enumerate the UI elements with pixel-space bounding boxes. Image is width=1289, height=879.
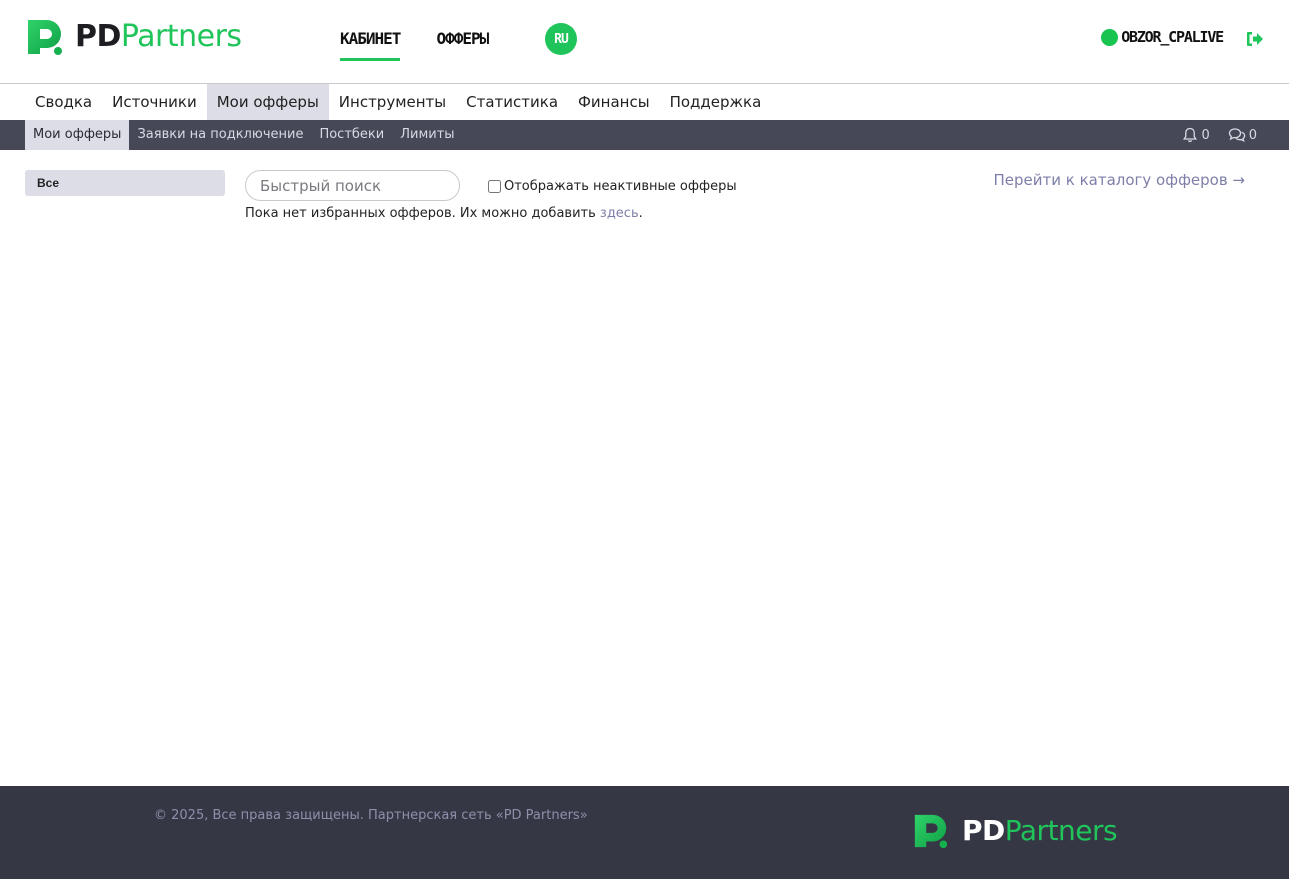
footer-brand-pd: PD: [962, 814, 1005, 847]
sidebar-item-all[interactable]: Все: [25, 170, 225, 196]
search-input[interactable]: [245, 170, 460, 201]
inactive-offers-label: Отображать неактивные офферы: [504, 179, 737, 194]
header: PDPartners КАБИНЕТ ОФФЕРЫ RU OBZOR_CPALI…: [0, 0, 1289, 84]
main-nav: Сводка Источники Мои офферы Инструменты …: [25, 84, 771, 120]
sub-nav-items: Мои офферы Заявки на подключение Постбек…: [25, 120, 463, 150]
main-nav-finance[interactable]: Финансы: [568, 84, 660, 120]
main-nav-statistics[interactable]: Статистика: [456, 84, 568, 120]
bell-icon: [1183, 127, 1198, 143]
user-name: OBZOR_CPALIVE: [1121, 28, 1224, 46]
footer: © 2025, Все права защищены. Партнерская …: [0, 786, 1289, 879]
main-nav-my-offers[interactable]: Мои офферы: [206, 84, 329, 120]
empty-state: Пока нет избранных офферов. Их можно доб…: [245, 206, 643, 221]
empty-state-tail: .: [638, 206, 643, 221]
notifications-count: 0: [1201, 127, 1210, 143]
sub-nav-requests[interactable]: Заявки на подключение: [129, 120, 311, 150]
pd-logo-mark-icon: [914, 814, 948, 849]
main-nav-tools[interactable]: Инструменты: [329, 84, 456, 120]
pd-logo-mark-icon: [28, 20, 62, 55]
top-nav-offers[interactable]: ОФФЕРЫ: [436, 26, 489, 61]
sub-nav-limits[interactable]: Лимиты: [392, 120, 462, 150]
brand-name: PDPartners: [75, 17, 242, 57]
messages-count: 0: [1248, 127, 1257, 143]
inactive-offers-checkbox[interactable]: [488, 180, 501, 193]
main-nav-support[interactable]: Поддержка: [660, 84, 772, 120]
main-nav-sources[interactable]: Источники: [102, 84, 207, 120]
inactive-offers-toggle[interactable]: Отображать неактивные офферы: [488, 179, 737, 194]
counters: 0 0: [1182, 120, 1257, 150]
footer-brand-name: PDPartners: [962, 812, 1118, 850]
empty-state-text: Пока нет избранных офферов. Их можно доб…: [245, 206, 600, 221]
add-offers-link[interactable]: здесь: [600, 206, 639, 221]
language-button[interactable]: RU: [545, 23, 577, 55]
copyright: © 2025, Все права защищены. Партнерская …: [154, 808, 588, 823]
top-nav-cabinet[interactable]: КАБИНЕТ: [340, 26, 401, 61]
sub-nav-postbacks[interactable]: Постбеки: [311, 120, 392, 150]
top-nav: КАБИНЕТ ОФФЕРЫ: [340, 26, 489, 61]
notifications-counter[interactable]: 0: [1182, 127, 1210, 143]
logo[interactable]: PDPartners: [25, 16, 242, 58]
chat-icon: [1228, 128, 1245, 143]
main-nav-summary[interactable]: Сводка: [25, 84, 102, 120]
footer-brand-partners: Partners: [1004, 814, 1118, 847]
footer-logo: PDPartners: [912, 812, 1118, 850]
brand-pd: PD: [75, 19, 121, 54]
sub-nav: Мои офферы Заявки на подключение Постбек…: [0, 120, 1289, 150]
messages-counter[interactable]: 0: [1228, 127, 1257, 143]
catalog-link[interactable]: Перейти к каталогу офферов →: [994, 171, 1246, 189]
user-menu[interactable]: OBZOR_CPALIVE: [1101, 28, 1224, 46]
sub-nav-my-offers[interactable]: Мои офферы: [25, 120, 130, 150]
online-status-icon: [1101, 28, 1119, 46]
brand-partners: Partners: [120, 19, 242, 54]
logout-icon[interactable]: [1246, 31, 1264, 47]
